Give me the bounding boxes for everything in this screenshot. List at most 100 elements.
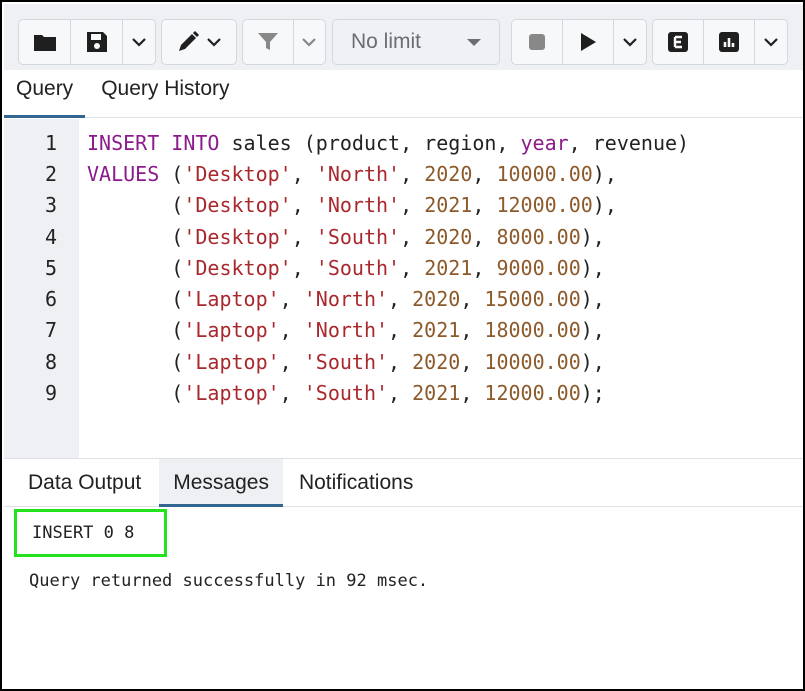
line-number: 5 [44, 255, 57, 280]
code-token: , [472, 161, 497, 186]
code-token: 2021 [424, 193, 473, 218]
stop-button[interactable] [512, 20, 564, 64]
code-token: 12000.00 [496, 193, 593, 218]
code-token: 'Laptop' [183, 287, 280, 312]
explain-options-dropdown[interactable] [755, 20, 787, 64]
code-text: ('Desktop', 'South', 2020, 8000.00), [79, 225, 605, 249]
code-token: VALUES [87, 161, 160, 186]
code-line: 8 ('Laptop', 'South', 2020, 10000.00), [4, 346, 803, 377]
save-icon [86, 32, 107, 52]
filter-options-dropdown[interactable] [294, 20, 325, 64]
code-token: ), [592, 193, 617, 218]
caret-down-icon [467, 39, 481, 46]
line-number: 7 [44, 318, 57, 343]
code-token: INSERT [87, 130, 160, 155]
code-token: 'South' [315, 255, 401, 280]
code-token: ), [592, 161, 617, 186]
tab-query[interactable]: Query [4, 70, 86, 118]
explain-button[interactable] [653, 20, 705, 64]
code-token: 'Laptop' [183, 318, 280, 343]
code-token: , [400, 193, 425, 218]
code-token: 2020 [424, 161, 473, 186]
code-token: ( [159, 161, 184, 186]
code-token: 2021 [412, 318, 461, 343]
code-token: , [400, 161, 425, 186]
code-token: 'Desktop' [183, 193, 292, 218]
save-file-button[interactable] [71, 20, 123, 64]
explain-icon [668, 32, 689, 52]
code-token: ), [580, 318, 605, 343]
code-token: 2021 [424, 255, 473, 280]
code-token: , [279, 381, 304, 406]
code-token: , [279, 287, 304, 312]
code-token: , revenue) [568, 130, 690, 155]
explain-analyze-button[interactable] [704, 20, 756, 64]
execute-button[interactable] [563, 20, 615, 64]
chevron-down-icon [623, 38, 637, 47]
code-token: , [388, 381, 413, 406]
code-token: ), [580, 349, 605, 374]
code-token: ), [580, 287, 605, 312]
save-options-dropdown[interactable] [123, 20, 155, 64]
code-token: 10000.00 [484, 349, 581, 374]
play-icon [581, 33, 597, 51]
code-token: , [460, 318, 485, 343]
messages-panel: INSERT 0 8 Query returned successfully i… [4, 507, 803, 689]
code-token: 'South' [315, 224, 401, 249]
code-token: ( [87, 193, 184, 218]
execute-options-dropdown[interactable] [614, 20, 646, 64]
code-line: 4 ('Desktop', 'South', 2020, 8000.00), [4, 221, 803, 252]
code-token: , [472, 255, 497, 280]
line-number: 6 [44, 287, 57, 312]
code-token: , [388, 318, 413, 343]
code-line: 1 INSERT INTO sales (product, region, yea… [4, 127, 803, 158]
query-tool-window: No limit Query Query History 1 INSERT IN… [0, 0, 805, 691]
tab-query-history[interactable]: Query History [89, 70, 241, 117]
code-token: ( [87, 318, 184, 343]
code-token: ), [580, 255, 605, 280]
code-token: , [291, 224, 316, 249]
code-token: 'Desktop' [183, 161, 292, 186]
status-message: Query returned successfully in 92 msec. [29, 571, 429, 591]
tab-notifications[interactable]: Notifications [283, 459, 425, 506]
code-text: INSERT INTO sales (product, region, year… [79, 131, 689, 155]
code-token: 18000.00 [484, 318, 581, 343]
code-token: , [472, 193, 497, 218]
edit-options-button[interactable] [162, 20, 236, 64]
tab-query-history-label: Query History [101, 76, 230, 100]
code-token: 'South' [303, 381, 389, 406]
code-token: ), [580, 224, 605, 249]
limit-select-value: No limit [351, 30, 422, 53]
code-token: 2020 [412, 349, 461, 374]
code-text: ('Desktop', 'South', 2021, 9000.00), [79, 256, 605, 280]
toolbar: No limit [4, 4, 803, 70]
code-text: ('Laptop', 'North', 2021, 18000.00), [79, 318, 605, 342]
code-token: 'Laptop' [183, 349, 280, 374]
code-token: , [388, 349, 413, 374]
code-token: ( [87, 255, 184, 280]
code-token: , [472, 224, 497, 249]
code-token: sales (product, region, [219, 130, 521, 155]
filter-icon [257, 33, 278, 50]
filter-button[interactable] [243, 20, 294, 64]
code-token: 'North' [303, 287, 389, 312]
limit-select[interactable]: No limit [332, 19, 500, 65]
code-token: , [460, 287, 485, 312]
line-number: 2 [44, 161, 57, 186]
code-token: year [520, 130, 569, 155]
code-token: , [400, 255, 425, 280]
execute-button-group [511, 19, 647, 65]
open-file-button[interactable] [19, 20, 71, 64]
code-text: ('Desktop', 'North', 2021, 12000.00), [79, 193, 617, 217]
query-tabs: Query Query History [4, 70, 803, 118]
code-token: 'Desktop' [183, 255, 292, 280]
chevron-down-icon [207, 38, 221, 47]
sql-editor[interactable]: 1 INSERT INTO sales (product, region, yea… [4, 119, 803, 458]
code-token: 9000.00 [496, 255, 581, 280]
tab-messages-label: Messages [173, 470, 269, 494]
tab-messages[interactable]: Messages [159, 459, 283, 507]
code-token: 8000.00 [496, 224, 581, 249]
code-token: INTO [171, 130, 220, 155]
code-token: 2020 [412, 287, 461, 312]
tab-data-output[interactable]: Data Output [4, 459, 159, 506]
